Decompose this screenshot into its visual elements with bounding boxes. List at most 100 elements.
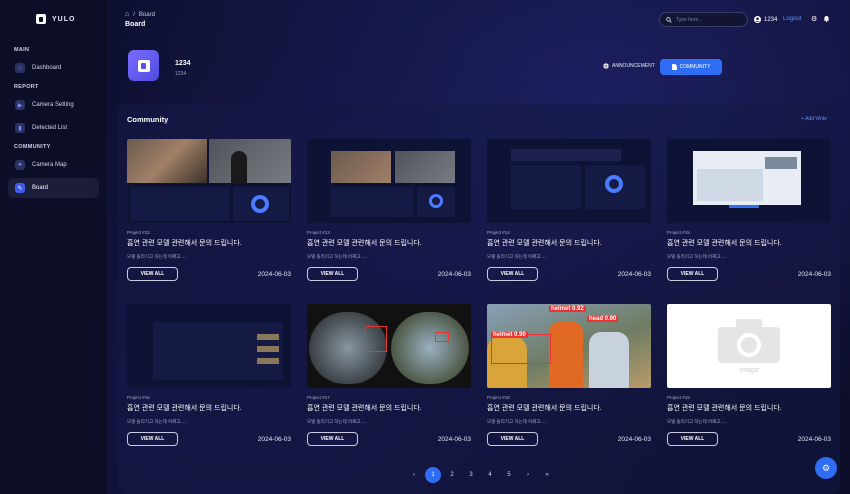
add-write-link[interactable]: + Add Write [801, 116, 827, 122]
card-title[interactable]: 흡연 관련 모델 관련해서 문의 드립니다. [307, 403, 471, 413]
sidebar: YULO MAIN ⌂ Dashboard REPORT ▶ Camera Se… [0, 0, 108, 494]
sidebar-item-label: Board [32, 185, 49, 191]
page-title: Board [125, 21, 146, 28]
last-page-button[interactable]: » [539, 467, 555, 483]
search-input[interactable] [676, 16, 746, 23]
card-footer: VIEW ALL 2024-06-03 [487, 267, 651, 281]
community-label: COMMUNITY [679, 64, 711, 70]
app-logo[interactable]: YULO [36, 12, 99, 26]
card-description: 모델 돌리기고 하는데 어쩌고..... [487, 254, 547, 259]
wrench-icon: ✎ [15, 183, 25, 193]
card-footer: VIEW ALL 2024-06-03 [487, 432, 651, 446]
card-title[interactable]: 흡연 관련 모델 관련해서 문의 드립니다. [487, 238, 651, 248]
community-card[interactable]: helmet 0.90 helmet 0.92 head 0.90 Projec… [487, 304, 651, 446]
card-title[interactable]: 흡연 관련 모델 관련해서 문의 드립니다. [667, 403, 831, 413]
sidebar-item-camera-map[interactable]: ● Camera Map [8, 155, 99, 175]
view-all-button[interactable]: VIEW ALL [127, 267, 178, 281]
search-icon [666, 16, 672, 23]
card-date: 2024-06-03 [257, 270, 291, 278]
view-all-button[interactable]: VIEW ALL [127, 432, 178, 446]
logout-link[interactable]: Logout [783, 16, 801, 22]
username: 1234 [764, 16, 778, 23]
card-project: Project #18 [487, 395, 510, 400]
user-menu[interactable]: 1234 [754, 16, 777, 23]
view-all-button[interactable]: VIEW ALL [667, 432, 718, 446]
breadcrumb-current[interactable]: Board [139, 12, 155, 18]
page-button-5[interactable]: 5 [501, 467, 517, 483]
card-project: Project #16 [127, 395, 150, 400]
announcement-tab[interactable]: ANNOUNCEMENT [603, 63, 655, 69]
page-button-2[interactable]: 2 [444, 467, 460, 483]
card-description: 모델 돌리기고 하는데 어쩌고..... [667, 419, 727, 424]
community-button[interactable]: COMMUNITY [660, 59, 722, 75]
view-all-button[interactable]: VIEW ALL [487, 432, 538, 446]
card-title[interactable]: 흡연 관련 모델 관련해서 문의 드립니다. [127, 403, 291, 413]
sidebar-item-label: Camera Map [32, 162, 67, 168]
search-box[interactable] [659, 12, 748, 27]
community-card[interactable]: Image Project #19 흡연 관련 모델 관련해서 문의 드립니다.… [667, 304, 831, 446]
card-date: 2024-06-03 [617, 270, 651, 278]
card-title[interactable]: 흡연 관련 모델 관련해서 문의 드립니다. [487, 403, 651, 413]
logo-icon [36, 14, 46, 24]
card-footer: VIEW ALL 2024-06-03 [307, 432, 471, 446]
card-project: Project #17 [307, 395, 330, 400]
card-footer: VIEW ALL 2024-06-03 [127, 267, 291, 281]
profile-sub: 1234 [175, 71, 187, 77]
community-card[interactable]: Project #14 흡연 관련 모델 관련해서 문의 드립니다. 모델 돌리… [487, 139, 651, 281]
page-button-4[interactable]: 4 [482, 467, 498, 483]
card-footer: VIEW ALL 2024-06-03 [127, 432, 291, 446]
page-button-3[interactable]: 3 [463, 467, 479, 483]
card-thumbnail [667, 139, 831, 223]
detection-label: helmet 0.90 [491, 332, 528, 338]
sidebar-item-label: Camera Setting [32, 102, 74, 108]
sidebar-item-label: Detected List [32, 125, 68, 131]
view-all-button[interactable]: VIEW ALL [487, 267, 538, 281]
globe-icon [603, 63, 609, 69]
profile-avatar [128, 50, 159, 81]
card-title[interactable]: 흡연 관련 모델 관련해서 문의 드립니다. [667, 238, 831, 248]
camera-icon [718, 318, 780, 363]
card-project: Project #14 [487, 230, 510, 235]
view-all-button[interactable]: VIEW ALL [307, 432, 358, 446]
map-pin-icon: ● [15, 160, 25, 170]
gear-icon[interactable]: ⚙ [811, 15, 817, 23]
card-description: 모델 돌리기고 하는데 어쩌고..... [127, 254, 187, 259]
card-title[interactable]: 흡연 관련 모델 관련해서 문의 드립니다. [307, 238, 471, 248]
settings-fab[interactable]: ⚙ [815, 457, 837, 479]
card-date: 2024-06-03 [797, 435, 831, 443]
card-footer: VIEW ALL 2024-06-03 [667, 267, 831, 281]
sidebar-item-detected-list[interactable]: ▮ Detected List [8, 118, 99, 138]
community-card[interactable]: Project #12 흡연 관련 모델 관련해서 문의 드립니다. 모델 돌리… [127, 139, 291, 281]
card-thumbnail [307, 139, 471, 223]
video-icon: ▶ [15, 100, 25, 110]
view-all-button[interactable]: VIEW ALL [307, 267, 358, 281]
home-icon[interactable]: ⌂ [125, 11, 129, 18]
detection-label: head 0.90 [587, 316, 619, 322]
community-card[interactable]: Project #15 흡연 관련 모델 관련해서 문의 드립니다. 모델 돌리… [667, 139, 831, 281]
card-title[interactable]: 흡연 관련 모델 관련해서 문의 드립니다. [127, 238, 291, 248]
next-page-button[interactable]: › [520, 467, 536, 483]
page-button-1[interactable]: 1 [425, 467, 441, 483]
community-card[interactable]: Project #17 흡연 관련 모델 관련해서 문의 드립니다. 모델 돌리… [307, 304, 471, 446]
prev-page-button[interactable]: ‹ [406, 467, 422, 483]
card-footer: VIEW ALL 2024-06-03 [307, 267, 471, 281]
community-card[interactable]: Project #13 흡연 관련 모델 관련해서 문의 드립니다. 모델 돌리… [307, 139, 471, 281]
sidebar-item-label: Dashboard [32, 65, 62, 71]
sidebar-item-board[interactable]: ✎ Board [8, 178, 99, 198]
pagination: ‹ 1 2 3 4 5 › » [406, 467, 555, 483]
gear-icon: ⚙ [821, 462, 831, 473]
card-date: 2024-06-03 [257, 435, 291, 443]
card-project: Project #12 [127, 230, 150, 235]
bell-icon[interactable] [823, 15, 830, 24]
user-icon [754, 16, 761, 23]
community-card[interactable]: Project #16 흡연 관련 모델 관련해서 문의 드립니다. 모델 돌리… [127, 304, 291, 446]
card-date: 2024-06-03 [437, 270, 471, 278]
profile-card: 1234 1234 ANNOUNCEMENT COMMUNITY [118, 44, 840, 90]
sidebar-item-dashboard[interactable]: ⌂ Dashboard [8, 58, 99, 78]
sidebar-item-camera-setting[interactable]: ▶ Camera Setting [8, 95, 99, 115]
card-thumbnail [127, 304, 291, 388]
card-description: 모델 돌리기고 하는데 어쩌고..... [487, 419, 547, 424]
card-date: 2024-06-03 [437, 435, 471, 443]
announcement-label: ANNOUNCEMENT [612, 63, 655, 69]
view-all-button[interactable]: VIEW ALL [667, 267, 718, 281]
